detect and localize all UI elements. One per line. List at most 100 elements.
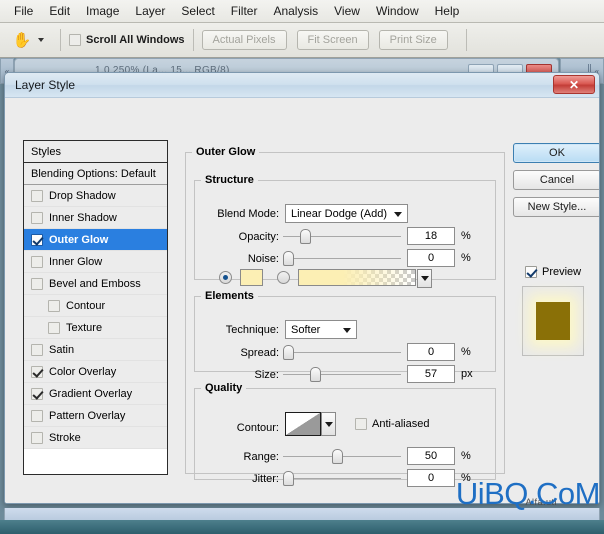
range-label: Range: bbox=[243, 451, 279, 463]
gradient-picker-button[interactable] bbox=[417, 269, 432, 288]
fill-gradient-radio[interactable] bbox=[277, 271, 290, 284]
checkbox-box[interactable] bbox=[31, 255, 43, 268]
slider-thumb[interactable] bbox=[332, 449, 343, 464]
spread-slider[interactable] bbox=[283, 343, 401, 362]
effect-row-bevel-and-emboss[interactable]: Bevel and Emboss bbox=[24, 273, 167, 295]
opacity-input[interactable]: 18 bbox=[407, 227, 455, 245]
effect-label: Contour bbox=[66, 299, 106, 312]
ok-button[interactable]: OK bbox=[513, 143, 599, 163]
menu-item-layer[interactable]: Layer bbox=[127, 2, 173, 20]
technique-label: Technique: bbox=[225, 324, 279, 336]
checkbox-box[interactable] bbox=[48, 321, 60, 334]
effect-row-drop-shadow[interactable]: Drop Shadow bbox=[24, 185, 167, 207]
chevron-down-icon bbox=[394, 212, 402, 217]
scroll-all-windows-checkbox[interactable]: Scroll All Windows bbox=[69, 34, 185, 46]
checkbox-box[interactable] bbox=[31, 233, 43, 246]
anti-aliased-label: Anti-aliased bbox=[372, 418, 430, 430]
effect-row-inner-shadow[interactable]: Inner Shadow bbox=[24, 207, 167, 229]
preview-label: Preview bbox=[542, 266, 582, 278]
noise-input[interactable]: 0 bbox=[407, 249, 455, 267]
opacity-unit: % bbox=[461, 230, 471, 242]
effect-row-contour[interactable]: Contour bbox=[24, 295, 167, 317]
effect-row-satin[interactable]: Satin bbox=[24, 339, 167, 361]
fit-screen-button[interactable]: Fit Screen bbox=[296, 30, 369, 50]
size-input[interactable]: 57 bbox=[407, 365, 455, 383]
checkbox-box[interactable] bbox=[48, 299, 60, 312]
effect-label: Stroke bbox=[49, 431, 81, 444]
checkbox-box[interactable] bbox=[31, 431, 43, 444]
watermark-sub-text: Alfa.utl bbox=[525, 497, 557, 507]
menu-item-filter[interactable]: Filter bbox=[223, 2, 266, 20]
jitter-input[interactable]: 0 bbox=[407, 469, 455, 487]
effect-row-stroke[interactable]: Stroke bbox=[24, 427, 167, 449]
range-input[interactable]: 50 bbox=[407, 447, 455, 465]
fill-color-radio[interactable] bbox=[219, 271, 232, 284]
hand-tool-icon[interactable]: ✋ bbox=[10, 28, 34, 52]
structure-legend: Structure bbox=[205, 174, 254, 186]
menu-item-edit[interactable]: Edit bbox=[41, 2, 78, 20]
checkbox-box[interactable] bbox=[31, 189, 43, 202]
menu-item-select[interactable]: Select bbox=[173, 2, 222, 20]
checkbox-box[interactable] bbox=[31, 409, 43, 422]
new-style-button[interactable]: New Style... bbox=[513, 197, 599, 217]
menu-item-analysis[interactable]: Analysis bbox=[265, 2, 326, 20]
outer-glow-group: Outer Glow Structure Blend Mode: Linear … bbox=[185, 146, 505, 487]
opacity-slider[interactable] bbox=[283, 227, 401, 246]
menu-item-view[interactable]: View bbox=[326, 2, 368, 20]
elements-legend: Elements bbox=[205, 290, 254, 302]
technique-value: Softer bbox=[291, 323, 321, 336]
styles-header[interactable]: Styles bbox=[24, 141, 167, 163]
contour-picker-button[interactable] bbox=[321, 412, 336, 436]
slider-thumb[interactable] bbox=[310, 367, 321, 382]
effect-row-inner-glow[interactable]: Inner Glow bbox=[24, 251, 167, 273]
glow-color-swatch[interactable] bbox=[240, 269, 263, 286]
range-unit: % bbox=[461, 450, 471, 462]
chevron-down-icon bbox=[420, 276, 429, 281]
blending-options-row[interactable]: Blending Options: Default bbox=[24, 163, 167, 185]
menu-item-window[interactable]: Window bbox=[368, 2, 427, 20]
chevron-down-icon[interactable] bbox=[38, 38, 44, 42]
elements-group: Elements Technique: Softer Spread: 0 % S… bbox=[194, 290, 496, 383]
checkbox-box[interactable] bbox=[31, 277, 43, 290]
effect-row-texture[interactable]: Texture bbox=[24, 317, 167, 339]
effect-row-gradient-overlay[interactable]: Gradient Overlay bbox=[24, 383, 167, 405]
menu-item-image[interactable]: Image bbox=[78, 2, 127, 20]
preview-checkbox[interactable]: Preview bbox=[525, 266, 581, 278]
spread-input[interactable]: 0 bbox=[407, 343, 455, 361]
dialog-title: Layer Style bbox=[15, 78, 76, 92]
effect-row-pattern-overlay[interactable]: Pattern Overlay bbox=[24, 405, 167, 427]
slider-thumb[interactable] bbox=[283, 251, 294, 266]
technique-select[interactable]: Softer bbox=[285, 320, 357, 339]
actual-pixels-button[interactable]: Actual Pixels bbox=[201, 30, 287, 50]
noise-unit: % bbox=[461, 252, 471, 264]
menu-item-help[interactable]: Help bbox=[427, 2, 468, 20]
slider-thumb[interactable] bbox=[300, 229, 311, 244]
jitter-unit: % bbox=[461, 472, 471, 484]
jitter-slider[interactable] bbox=[283, 469, 401, 488]
glow-gradient-swatch[interactable] bbox=[298, 269, 416, 286]
noise-label: Noise: bbox=[247, 253, 279, 265]
anti-aliased-checkbox[interactable]: Anti-aliased bbox=[355, 418, 429, 430]
print-size-button[interactable]: Print Size bbox=[378, 30, 448, 50]
slider-thumb[interactable] bbox=[283, 345, 294, 360]
divider bbox=[60, 29, 61, 51]
linear-contour-icon[interactable] bbox=[285, 412, 321, 436]
checkbox-box[interactable] bbox=[31, 387, 43, 400]
checkbox-box bbox=[355, 418, 367, 430]
slider-thumb[interactable] bbox=[283, 471, 294, 486]
cancel-button[interactable]: Cancel bbox=[513, 170, 599, 190]
menu-item-file[interactable]: File bbox=[6, 2, 41, 20]
effect-row-outer-glow[interactable]: Outer Glow bbox=[24, 229, 167, 251]
checkbox-box[interactable] bbox=[31, 343, 43, 356]
blend-mode-label: Blend Mode: bbox=[217, 208, 279, 220]
dialog-title-bar[interactable]: Layer Style ✕ bbox=[5, 73, 599, 98]
style-preview-thumbnail bbox=[522, 286, 584, 356]
checkbox-box bbox=[69, 34, 81, 46]
close-icon[interactable]: ✕ bbox=[553, 75, 595, 94]
checkbox-box[interactable] bbox=[31, 365, 43, 378]
noise-slider[interactable] bbox=[283, 249, 401, 268]
blend-mode-select[interactable]: Linear Dodge (Add) bbox=[285, 204, 408, 223]
checkbox-box[interactable] bbox=[31, 211, 43, 224]
effect-row-color-overlay[interactable]: Color Overlay bbox=[24, 361, 167, 383]
range-slider[interactable] bbox=[283, 447, 401, 466]
